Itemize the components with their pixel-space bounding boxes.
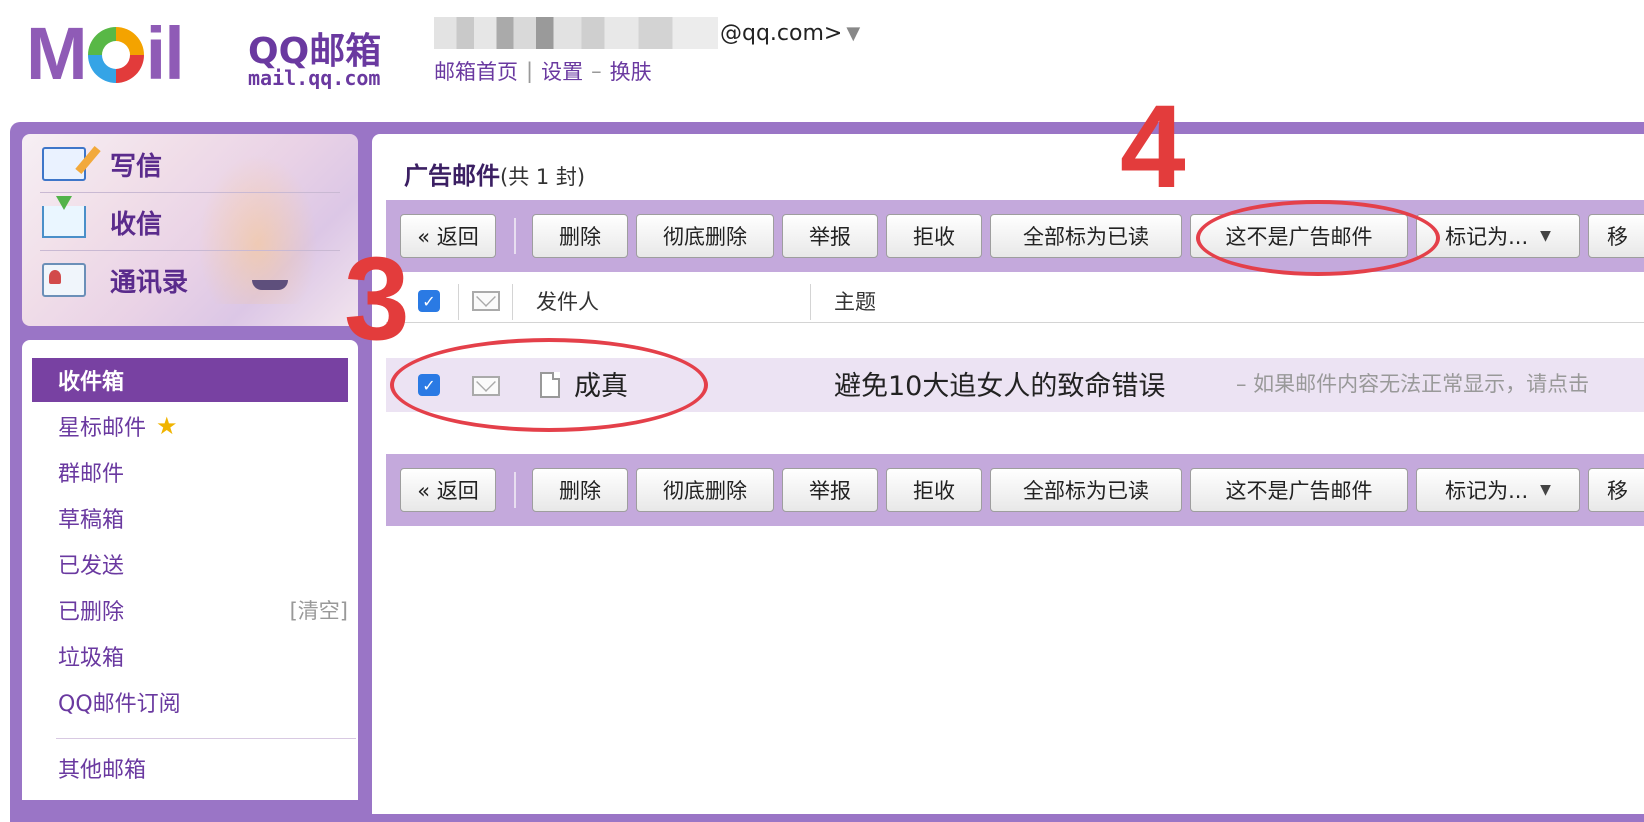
message-list-header: ✓ 发件人 主题 — [386, 280, 1644, 323]
compose-icon — [42, 147, 86, 181]
link-mailbox-home[interactable]: 邮箱首页 — [434, 56, 518, 86]
column-sender[interactable]: 发件人 — [536, 286, 599, 316]
link-change-skin[interactable]: 换肤 — [610, 56, 652, 86]
divider — [56, 738, 356, 739]
folder-name: 广告邮件 — [404, 162, 500, 190]
qq-mail-logo[interactable]: Mil QQ邮箱 mail.qq.com — [26, 14, 398, 94]
folder-spam[interactable]: 垃圾箱 — [32, 634, 348, 678]
reject-button[interactable]: 拒收 — [886, 214, 982, 258]
mark-as-label: 标记为... — [1445, 225, 1529, 249]
folder-deleted[interactable]: 已删除 [清空] — [32, 588, 348, 632]
toolbar-separator — [514, 218, 516, 254]
boat-decoration — [252, 280, 288, 290]
redacted-account-name — [434, 17, 718, 49]
mark-as-dropdown[interactable]: 标记为... ▼ — [1416, 214, 1580, 258]
folder-label: 星标邮件 — [58, 416, 147, 441]
annotation-ring-message — [390, 338, 708, 432]
star-icon: ★ — [156, 412, 178, 440]
link-separator: | — [526, 59, 534, 83]
column-divider — [512, 284, 513, 320]
message-count: (共 1 封) — [500, 165, 586, 189]
report-button[interactable]: 举报 — [782, 468, 878, 512]
contacts-label: 通讯录 — [110, 267, 189, 298]
divider — [40, 192, 340, 193]
account-domain: @qq.com> — [720, 20, 843, 46]
account-switcher[interactable]: @qq.com> ▼ — [434, 16, 860, 50]
message-snippet: – 如果邮件内容无法正常显示，请点击 — [1236, 372, 1590, 396]
contacts-icon — [42, 263, 86, 297]
receive-icon — [42, 196, 86, 238]
folder-group-mail[interactable]: 群邮件 — [32, 450, 348, 494]
receive-button[interactable]: 收信 — [42, 194, 342, 250]
chevron-down-icon: ▼ — [1540, 228, 1551, 244]
link-settings[interactable]: 设置 — [541, 56, 583, 86]
toolbar-top: « 返回 删除 彻底删除 举报 拒收 全部标为已读 这不是广告邮件 标记为...… — [386, 200, 1644, 272]
mark-as-dropdown[interactable]: 标记为... ▼ — [1416, 468, 1580, 512]
column-divider — [458, 284, 459, 320]
quick-actions-panel: 写信 收信 通讯录 — [22, 134, 358, 326]
folder-label: 其他邮箱 — [58, 758, 147, 783]
column-divider — [810, 284, 811, 320]
delete-button[interactable]: 删除 — [532, 214, 628, 258]
folder-label: QQ邮件订阅 — [58, 692, 181, 717]
move-to-dropdown[interactable]: 移 — [1588, 214, 1644, 258]
toolbar-bottom: « 返回 删除 彻底删除 举报 拒收 全部标为已读 这不是广告邮件 标记为...… — [386, 454, 1644, 526]
folder-starred[interactable]: 星标邮件 ★ — [32, 404, 348, 448]
folder-label: 已发送 — [58, 554, 125, 579]
column-subject[interactable]: 主题 — [834, 286, 876, 316]
mark-as-label: 标记为... — [1445, 479, 1529, 503]
delete-permanently-button[interactable]: 彻底删除 — [636, 468, 774, 512]
receive-label: 收信 — [110, 209, 163, 240]
folder-qq-subscriptions[interactable]: QQ邮件订阅 — [32, 680, 348, 724]
folder-title: 广告邮件(共 1 封) — [404, 156, 585, 191]
top-links: 邮箱首页 | 设置 – 换肤 — [434, 56, 652, 86]
annotation-step-4: 4 — [1120, 81, 1186, 213]
envelope-icon[interactable] — [472, 291, 500, 311]
empty-trash-link[interactable]: [清空] — [290, 595, 348, 625]
folder-inbox[interactable]: 收件箱 — [32, 358, 348, 402]
divider — [40, 250, 340, 251]
delete-button[interactable]: 删除 — [532, 468, 628, 512]
compose-button[interactable]: 写信 — [42, 136, 342, 192]
annotation-ring-not-spam — [1196, 200, 1440, 276]
back-button[interactable]: « 返回 — [400, 468, 496, 512]
folder-label: 收件箱 — [58, 370, 125, 395]
folder-sent[interactable]: 已发送 — [32, 542, 348, 586]
message-subject[interactable]: 避免10大追女人的致命错误 — [834, 364, 1165, 403]
back-button[interactable]: « 返回 — [400, 214, 496, 258]
mark-all-read-button[interactable]: 全部标为已读 — [990, 468, 1182, 512]
select-all-checkbox[interactable]: ✓ — [418, 290, 440, 312]
chevron-down-icon[interactable]: ▼ — [846, 23, 860, 44]
reject-button[interactable]: 拒收 — [886, 468, 982, 512]
not-spam-button[interactable]: 这不是广告邮件 — [1190, 468, 1408, 512]
logo-mark: Mil — [26, 12, 185, 95]
contacts-button[interactable]: 通讯录 — [42, 252, 342, 308]
folder-label: 群邮件 — [58, 462, 125, 487]
brand-url: mail.qq.com — [248, 66, 381, 90]
move-to-dropdown[interactable]: 移 — [1588, 468, 1644, 512]
link-separator: – — [591, 59, 602, 83]
folder-list: 收件箱 星标邮件 ★ 群邮件 草稿箱 已发送 已删除 [清空] 垃圾箱 QQ邮件… — [22, 340, 358, 800]
folder-other-mailboxes[interactable]: 其他邮箱 — [32, 746, 348, 790]
report-button[interactable]: 举报 — [782, 214, 878, 258]
mark-all-read-button[interactable]: 全部标为已读 — [990, 214, 1182, 258]
compose-label: 写信 — [110, 151, 163, 182]
annotation-step-3: 3 — [344, 233, 410, 365]
delete-permanently-button[interactable]: 彻底删除 — [636, 214, 774, 258]
folder-label: 草稿箱 — [58, 508, 125, 533]
folder-label: 垃圾箱 — [58, 646, 125, 671]
folder-drafts[interactable]: 草稿箱 — [32, 496, 348, 540]
chevron-down-icon: ▼ — [1540, 482, 1551, 498]
qq-penguin-icon — [87, 27, 144, 84]
folder-label: 已删除 — [58, 600, 125, 625]
toolbar-separator — [514, 472, 516, 508]
